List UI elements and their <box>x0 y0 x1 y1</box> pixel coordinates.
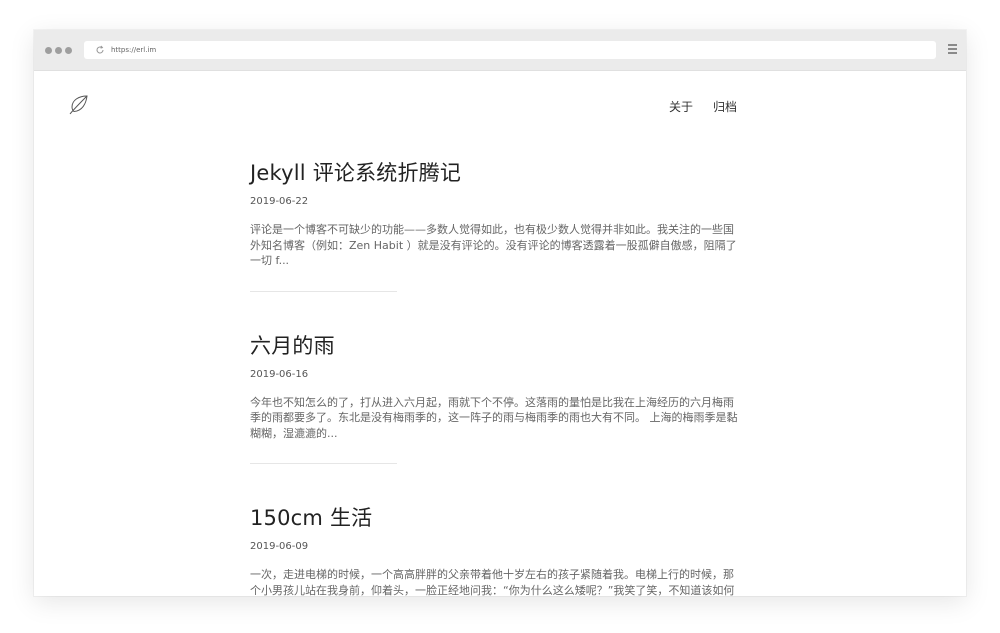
window-dot-icon[interactable] <box>55 46 62 54</box>
post-title[interactable]: 六月的雨 <box>250 332 740 360</box>
browser-toolbar: https://erl.im <box>34 30 966 71</box>
post-title[interactable]: 150cm 生活 <box>250 504 740 532</box>
post-date: 2019-06-22 <box>250 196 309 207</box>
browser-window: https://erl.im 关于 归档 Jekyll 评论系统折腾记 2019… <box>34 30 966 596</box>
post-date: 2019-06-09 <box>250 541 309 552</box>
post-excerpt: 评论是一个博客不可缺少的功能——多数人觉得如此，也有极少数人觉得并非如此。我关注… <box>250 223 737 267</box>
post-title[interactable]: Jekyll 评论系统折腾记 <box>250 159 740 187</box>
window-controls <box>45 46 72 54</box>
window-dot-icon[interactable] <box>65 46 72 54</box>
post-list: Jekyll 评论系统折腾记 2019-06-22 评论是一个博客不可缺少的功能… <box>250 159 740 596</box>
post-date: 2019-06-16 <box>250 368 309 380</box>
leaf-icon[interactable] <box>67 93 91 117</box>
post-divider <box>250 290 397 292</box>
post-divider <box>250 463 397 464</box>
post-item: 150cm 生活 2019-06-09 一次，走进电梯的时候，一个高高胖胖的父亲… <box>250 504 740 596</box>
url-text[interactable]: https://erl.im <box>111 46 156 54</box>
page-content: 关于 归档 Jekyll 评论系统折腾记 2019-06-22 评论是一个博客不… <box>34 71 966 596</box>
window-dot-icon[interactable] <box>45 46 52 54</box>
nav-link-about[interactable]: 关于 <box>669 99 693 115</box>
hamburger-menu-icon[interactable] <box>948 44 957 54</box>
post-item: Jekyll 评论系统折腾记 2019-06-22 评论是一个博客不可缺少的功能… <box>250 159 740 292</box>
address-bar[interactable]: https://erl.im <box>84 41 936 59</box>
nav-link-archive[interactable]: 归档 <box>713 99 737 115</box>
post-item: 六月的雨 2019-06-16 今年也不知怎么的了，打从进入六月起，雨就下个不停… <box>250 332 740 464</box>
post-excerpt: 今年也不知怎么的了，打从进入六月起，雨就下个不停。这落雨的量怕是比我在上海经历的… <box>250 395 738 440</box>
main-nav: 关于 归档 <box>669 99 737 115</box>
post-excerpt: 一次，走进电梯的时候，一个高高胖胖的父亲带着他十岁左右的孩子紧随着我。电梯上行的… <box>250 568 735 596</box>
reload-icon[interactable] <box>95 45 105 55</box>
